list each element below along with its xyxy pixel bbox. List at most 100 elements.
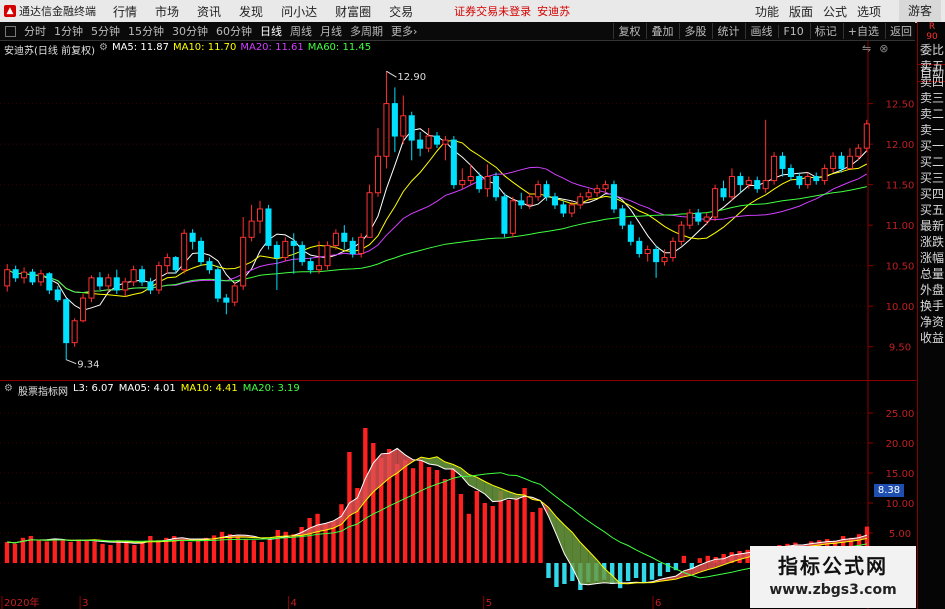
tab-30min[interactable]: 30分钟 (172, 23, 208, 39)
candle-body-5 (46, 273, 53, 291)
indicator-bar-25 (203, 537, 209, 563)
indicator-bar-80 (641, 563, 647, 583)
auto-toggle[interactable]: 自动 (918, 64, 945, 82)
tab-multi-period[interactable]: 多周期 (350, 23, 383, 39)
menu-faxian[interactable]: 发现 (239, 3, 263, 20)
side-item-7[interactable]: 买二 (918, 154, 945, 170)
tab-15min[interactable]: 15分钟 (128, 23, 164, 39)
candle-body-97 (821, 167, 828, 182)
indicator-bar-65 (522, 488, 527, 563)
indicator-bar-52 (418, 461, 424, 563)
watermark-url: www.zbgs3.com (769, 582, 897, 598)
side-item-13[interactable]: 涨幅 (918, 250, 945, 266)
tab-weekly[interactable]: 周线 (290, 23, 312, 39)
ma-lines (6, 128, 868, 311)
menu-shichang[interactable]: 市场 (155, 3, 179, 20)
guest-button[interactable]: 游客 (899, 0, 941, 22)
main-y-tick-4: 10.50 (886, 262, 915, 273)
side-item-0[interactable]: 委比 (918, 42, 945, 58)
menu-xuanxiang[interactable]: 选项 (857, 3, 881, 20)
candle-body-87 (737, 176, 744, 186)
menu-banmian[interactable]: 版面 (789, 3, 813, 20)
indicator-bar-81 (649, 563, 655, 580)
side-item-14[interactable]: 总量 (918, 266, 945, 282)
btn-huaxian[interactable]: 画线 (745, 23, 772, 39)
btn-diejia[interactable]: 叠加 (646, 23, 673, 39)
btn-back[interactable]: 返回 (885, 23, 912, 39)
side-item-10[interactable]: 买五 (918, 202, 945, 218)
tab-5min[interactable]: 5分钟 (91, 23, 120, 39)
candles (4, 71, 870, 360)
side-item-12[interactable]: 涨跌 (918, 234, 945, 250)
close-icon[interactable]: ⊗ (879, 42, 888, 55)
candlestick-chart[interactable]: 12.50 12.00 11.50 11.00 10.50 10.00 9.50 12.90… (0, 41, 916, 381)
side-item-5[interactable]: 卖一 (918, 122, 945, 138)
gear-icon[interactable]: ⚙ (99, 42, 108, 57)
watermark-logo-text: 指标公式网 (778, 554, 888, 578)
login-warning[interactable]: 证券交易未登录 (454, 3, 531, 19)
indicator-bar-9 (76, 539, 81, 563)
side-item-9[interactable]: 买四 (918, 186, 945, 202)
indicator-bar-27 (219, 531, 225, 563)
menu-hangqing[interactable]: 行情 (113, 3, 137, 20)
indicator-bar-30 (243, 539, 249, 563)
indicator-bar-16 (132, 545, 137, 563)
indicator-bar-51 (410, 468, 416, 563)
side-item-6[interactable]: 买一 (918, 138, 945, 154)
side-item-15[interactable]: 外盘 (918, 282, 945, 298)
ma20-label: MA20: 11.61 (240, 42, 304, 53)
indicator-bar-23 (187, 542, 193, 563)
candle-body-36 (307, 261, 314, 271)
candle-body-60 (509, 200, 516, 234)
candle-body-57 (484, 176, 491, 190)
menu-gongshi[interactable]: 公式 (823, 3, 847, 20)
settings-icon[interactable]: ⚙ (4, 383, 13, 398)
ind-y-tick-1: 20.00 (886, 439, 915, 450)
candle-body-28 (240, 236, 247, 287)
menu-wenxiaoda[interactable]: 问小达 (281, 3, 317, 20)
candle-body-78 (661, 257, 668, 263)
candle-body-68 (577, 196, 584, 206)
candle-body-66 (560, 204, 567, 214)
btn-biaoji[interactable]: 标记 (809, 23, 837, 39)
btn-add-watchlist[interactable]: +自选 (842, 23, 879, 39)
main-legend: 安迪苏(日线 前复权) ⚙ MA5: 11.87 MA10: 11.70 MA2… (4, 42, 371, 57)
tab-more[interactable]: 更多› (391, 23, 417, 39)
indicator-bar-7 (60, 540, 65, 563)
side-item-11[interactable]: 最新 (918, 218, 945, 234)
btn-f10[interactable]: F10 (778, 24, 804, 38)
candle-body-19 (164, 257, 171, 267)
indicator-bar-36 (291, 534, 296, 563)
side-item-18[interactable]: 收益 (918, 330, 945, 346)
indicator-bar-78 (625, 563, 631, 581)
main-y-tick-5: 10.00 (886, 302, 915, 313)
checkbox-icon[interactable] (5, 25, 16, 37)
candle-body-59 (501, 196, 508, 234)
side-item-8[interactable]: 买三 (918, 170, 945, 186)
candle-body-76 (644, 248, 651, 255)
menu-gongneng[interactable]: 功能 (755, 3, 779, 20)
side-item-17[interactable]: 净资 (918, 314, 945, 330)
candle-body-52 (442, 139, 449, 145)
candle-body-46 (391, 103, 398, 137)
candle-body-89 (754, 180, 761, 190)
menu-jiaoyi[interactable]: 交易 (389, 3, 413, 20)
side-item-3[interactable]: 卖三 (918, 90, 945, 106)
btn-fuquan[interactable]: 复权 (613, 23, 640, 39)
tab-1min[interactable]: 1分钟 (54, 23, 83, 39)
btn-tongji[interactable]: 统计 (712, 23, 739, 39)
candle-body-42 (358, 236, 365, 255)
tab-fenshi[interactable]: 分时 (24, 23, 46, 39)
btn-duogu[interactable]: 多股 (679, 23, 706, 39)
tab-monthly[interactable]: 月线 (320, 23, 342, 39)
menu-zixun[interactable]: 资讯 (197, 3, 221, 20)
main-y-axis: 12.50 12.00 11.50 11.00 10.50 10.00 9.50 (886, 100, 915, 354)
main-y-tick-0: 12.50 (886, 100, 915, 111)
menu-caifuquan[interactable]: 财富圈 (335, 3, 371, 20)
compare-icon[interactable]: ⇋ (862, 42, 871, 55)
tab-daily[interactable]: 日线 (260, 23, 282, 39)
side-item-4[interactable]: 卖二 (918, 106, 945, 122)
tab-60min[interactable]: 60分钟 (216, 23, 252, 39)
candle-body-56 (476, 176, 483, 190)
side-item-16[interactable]: 换手 (918, 298, 945, 314)
